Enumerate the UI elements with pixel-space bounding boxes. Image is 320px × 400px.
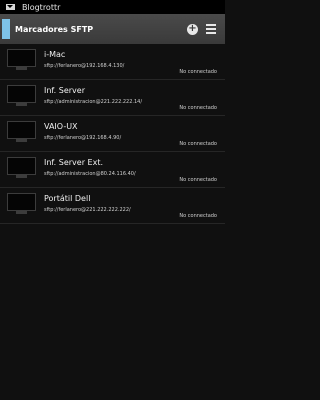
connection-status: No connectado (179, 105, 217, 111)
connection-status: No connectado (179, 69, 217, 75)
page-title: Marcadores SFTP (15, 24, 94, 34)
menu-icon[interactable] (206, 24, 216, 34)
bookmark-path: sftp://administracion@221.222.222.14/ (44, 99, 143, 105)
bookmark-row[interactable]: i-Mac sftp://ferlanero@192.168.4.130/ No… (0, 44, 225, 80)
status-bar: Blogtrottr (0, 0, 225, 14)
bookmark-path: sftp://ferlanero@192.168.4.130/ (44, 63, 125, 69)
connection-status: No connectado (179, 213, 217, 219)
connection-status: No connectado (179, 141, 217, 147)
add-icon[interactable]: + (187, 23, 198, 35)
bookmark-name: VAIO-UX (44, 122, 78, 131)
monitor-icon (7, 157, 36, 179)
bookmark-row[interactable]: Inf. Server Ext. sftp://administracion@8… (0, 152, 225, 188)
monitor-icon (7, 121, 36, 143)
app-icon[interactable] (2, 19, 10, 39)
bookmark-path: sftp://administracion@80.24.116.40/ (44, 171, 136, 177)
bookmark-row[interactable]: VAIO-UX sftp://ferlanero@192.168.4.90/ N… (0, 116, 225, 152)
notification-title: Blogtrottr (22, 2, 61, 12)
bookmark-name: Inf. Server Ext. (44, 158, 103, 167)
bookmark-row[interactable]: Inf. Server sftp://administracion@221.22… (0, 80, 225, 116)
bookmark-name: Inf. Server (44, 86, 85, 95)
connection-status: No connectado (179, 177, 217, 183)
bookmark-row[interactable]: Portátil Dell sftp://ferlanero@221.222.2… (0, 188, 225, 224)
monitor-icon (7, 49, 36, 71)
monitor-icon (7, 85, 36, 107)
bookmark-list: i-Mac sftp://ferlanero@192.168.4.130/ No… (0, 44, 225, 224)
bookmark-name: i-Mac (44, 50, 66, 59)
bookmark-path: sftp://ferlanero@221.222.222.222/ (44, 207, 131, 213)
action-bar: Marcadores SFTP + (0, 14, 225, 44)
monitor-icon (7, 193, 36, 215)
mail-icon (6, 4, 15, 10)
bookmark-name: Portátil Dell (44, 194, 91, 203)
bookmark-path: sftp://ferlanero@192.168.4.90/ (44, 135, 122, 141)
